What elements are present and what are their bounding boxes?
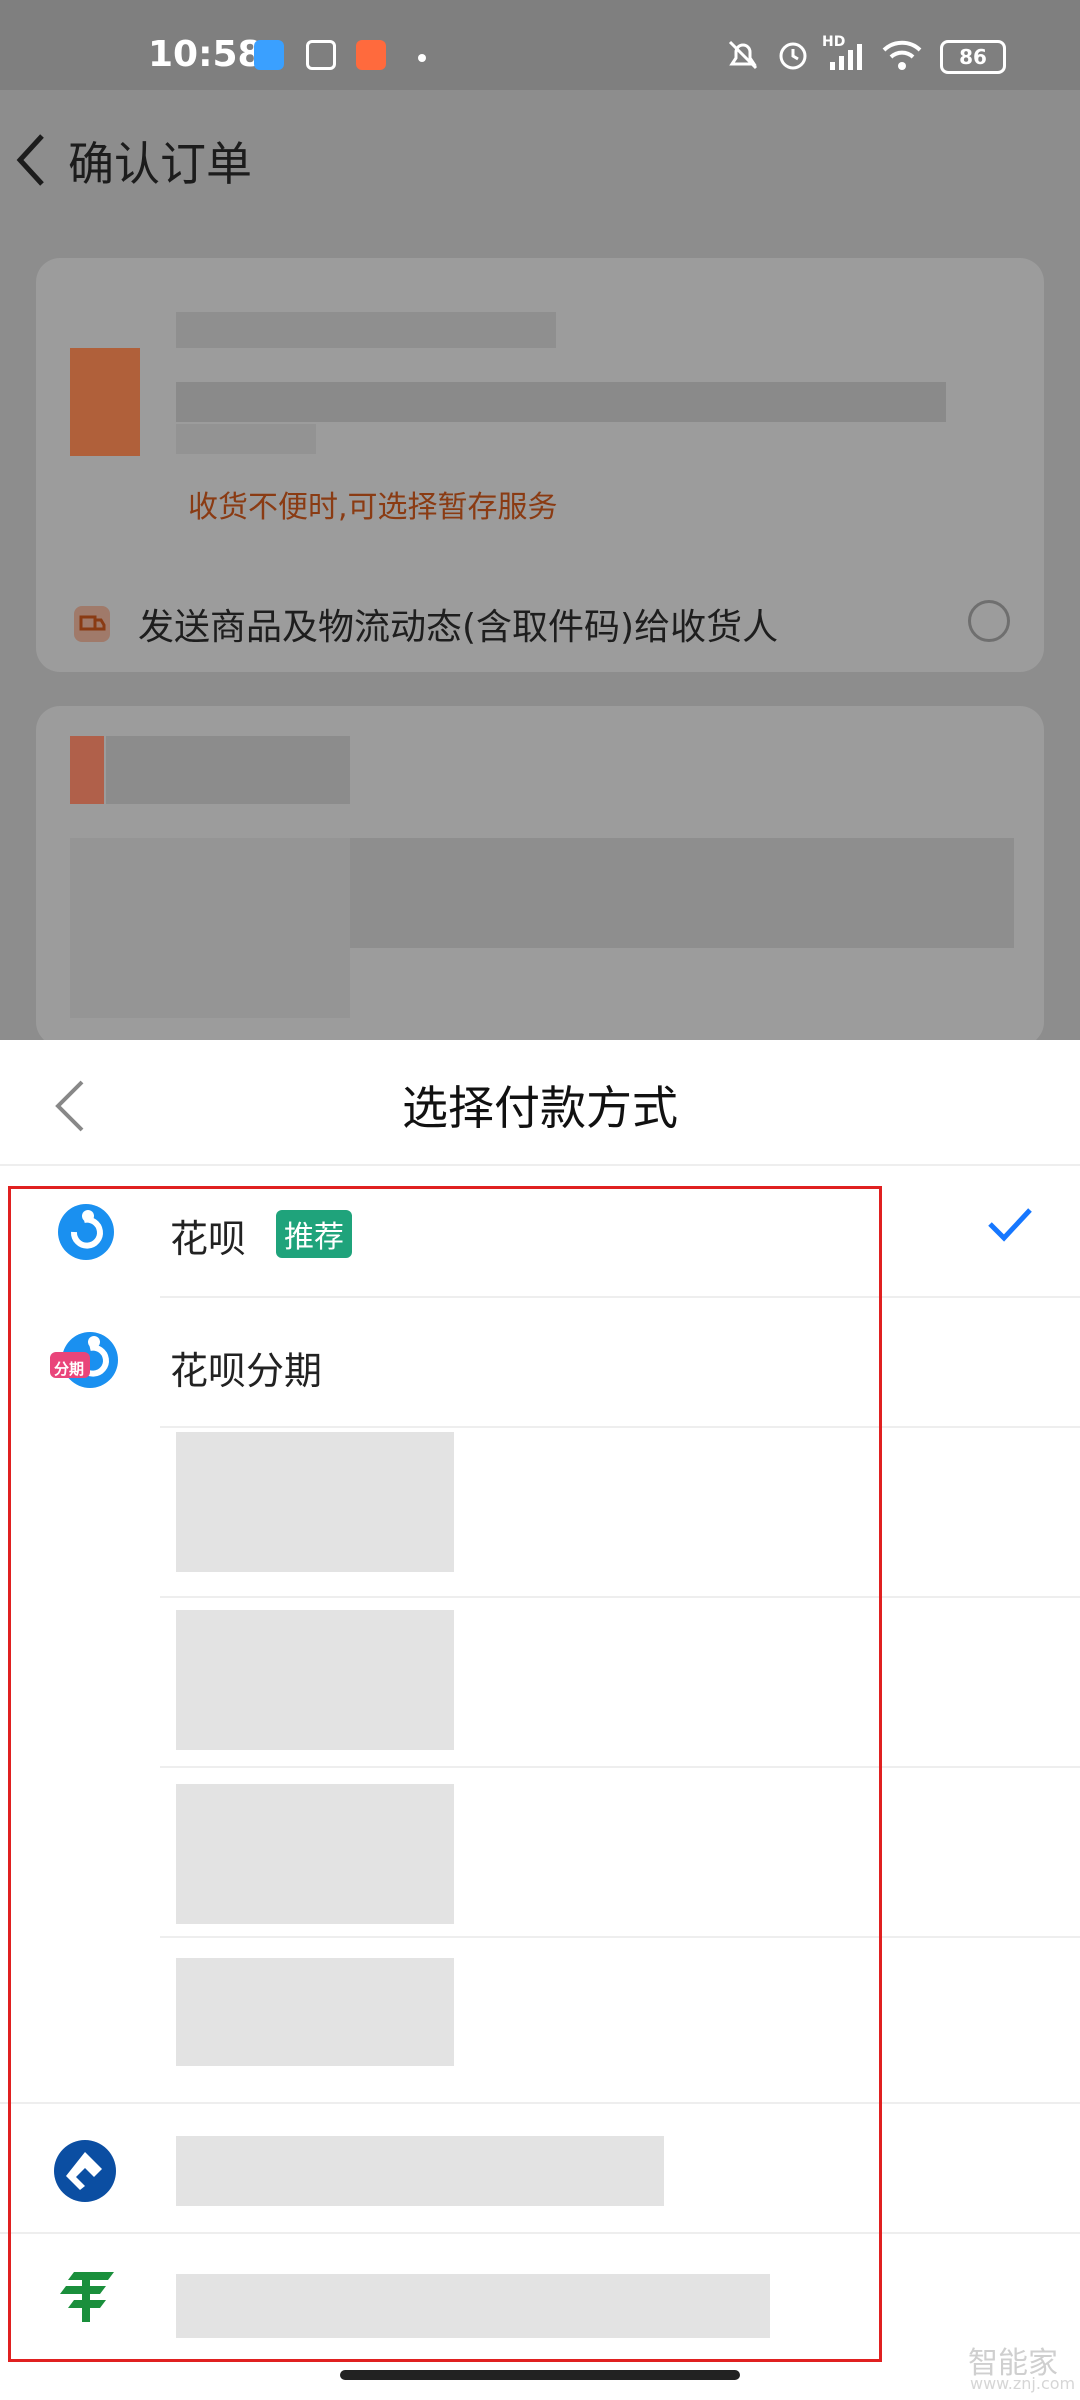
highlight-box bbox=[8, 1186, 882, 2362]
sheet-title: 选择付款方式 bbox=[402, 1081, 678, 1135]
selected-check-icon bbox=[988, 1208, 1032, 1242]
address-name-blurred bbox=[176, 312, 556, 348]
battery-icon: 86 bbox=[940, 40, 1006, 74]
background-page: 10:58 HD 86 确认订单 收货不便时,可选择暂存服务 发送商品及物流动态… bbox=[0, 0, 1080, 1040]
mi-app-icon bbox=[356, 40, 386, 70]
address-extra-blurred bbox=[176, 424, 316, 454]
alarm-icon bbox=[779, 42, 807, 70]
shop-name-blurred bbox=[106, 736, 350, 804]
address-detail-blurred bbox=[176, 382, 946, 422]
home-indicator[interactable] bbox=[340, 2370, 740, 2380]
delivery-truck-icon bbox=[74, 606, 110, 642]
signal-icon bbox=[830, 44, 862, 70]
shop-icon bbox=[70, 736, 104, 804]
page-title: 确认订单 bbox=[68, 137, 252, 191]
send-logistics-option: 发送商品及物流动态(含取件码)给收货人 bbox=[138, 607, 779, 648]
status-bar: 10:58 HD 86 bbox=[0, 0, 1080, 90]
wifi-icon bbox=[882, 40, 922, 70]
sheet-header-divider bbox=[0, 1164, 1080, 1166]
storage-service-tip[interactable]: 收货不便时,可选择暂存服务 bbox=[188, 482, 558, 526]
mute-icon bbox=[728, 40, 758, 70]
notification-app-icon bbox=[254, 40, 284, 70]
product-title-blurred bbox=[350, 838, 1014, 948]
back-icon[interactable] bbox=[14, 132, 48, 188]
send-logistics-radio[interactable] bbox=[968, 600, 1010, 642]
status-time: 10:58 bbox=[148, 34, 263, 75]
watermark-url: www.znj.com bbox=[970, 2374, 1076, 2393]
calendar-icon bbox=[306, 40, 336, 70]
location-icon bbox=[70, 348, 140, 456]
product-image-blurred bbox=[70, 838, 350, 1018]
notification-dot-icon bbox=[418, 54, 426, 62]
